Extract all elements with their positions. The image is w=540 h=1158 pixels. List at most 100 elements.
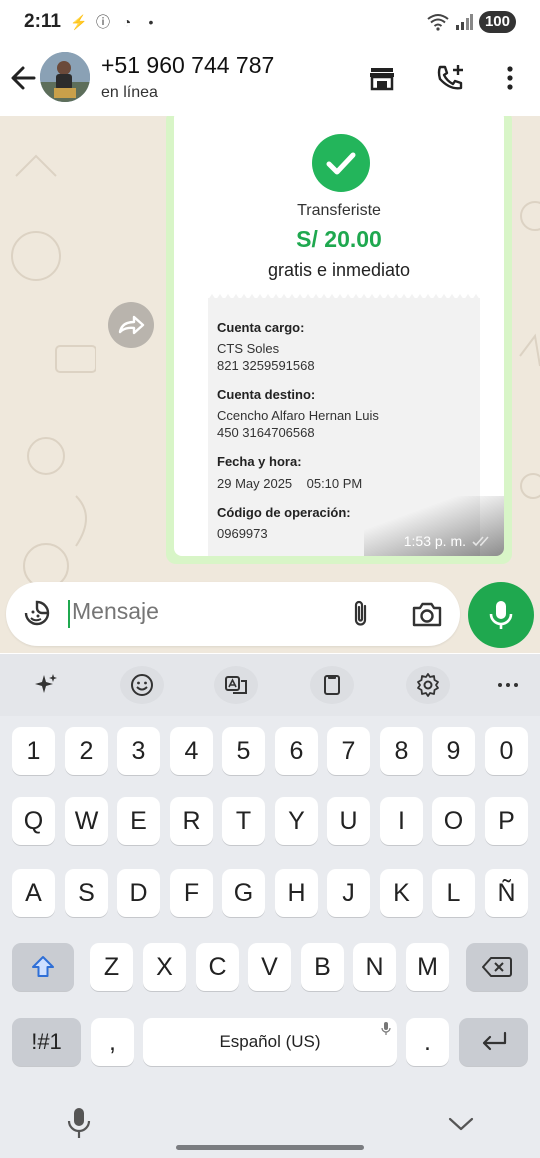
- mic-icon: [489, 601, 513, 629]
- date-time-value: 29 May 2025 05:10 PM: [217, 476, 363, 491]
- message-input[interactable]: [72, 598, 322, 625]
- add-call-icon[interactable]: [434, 62, 466, 94]
- dot-icon: •: [148, 14, 154, 30]
- signal-icon: [455, 14, 473, 30]
- operation-code-label: Código de operación:: [217, 505, 351, 520]
- key-m[interactable]: M: [406, 943, 449, 991]
- date-time-label: Fecha y hora:: [217, 454, 302, 469]
- whatsapp-icon: ◔: [122, 14, 132, 30]
- key-3[interactable]: 3: [117, 727, 160, 775]
- transfer-receipt-image[interactable]: Transferiste S/ 20.00 gratis e inmediato…: [174, 116, 504, 556]
- status-system-icons: 100: [427, 11, 516, 33]
- backspace-key[interactable]: [466, 943, 528, 991]
- key-r[interactable]: R: [170, 797, 213, 845]
- key-w[interactable]: W: [65, 797, 108, 845]
- store-icon[interactable]: [366, 62, 398, 94]
- status-notification-icons: ⚡ ⓘ ◔ •: [70, 12, 160, 32]
- keyboard-toolbar: [0, 654, 540, 716]
- contact-name[interactable]: +51 960 744 787: [101, 52, 274, 79]
- key-l[interactable]: L: [432, 869, 475, 917]
- message-input-pill[interactable]: [6, 582, 460, 646]
- enter-key[interactable]: [459, 1018, 528, 1066]
- key-h[interactable]: H: [275, 869, 318, 917]
- account-destination-label: Cuenta destino:: [217, 387, 316, 402]
- key-i[interactable]: I: [380, 797, 423, 845]
- ai-sparkle-icon[interactable]: [24, 666, 68, 704]
- key-v[interactable]: V: [248, 943, 291, 991]
- wallpaper-doodle-icon: [11, 154, 96, 589]
- operation-code-value: 0969973: [217, 526, 268, 541]
- emoji-icon[interactable]: [120, 666, 164, 704]
- key-e[interactable]: E: [117, 797, 160, 845]
- attach-clip-icon[interactable]: [346, 598, 376, 630]
- key-a[interactable]: A: [12, 869, 55, 917]
- chat-area[interactable]: Transferiste S/ 20.00 gratis e inmediato…: [0, 116, 540, 653]
- status-time: 2:11: [24, 11, 61, 32]
- key-t[interactable]: T: [222, 797, 265, 845]
- key-b[interactable]: B: [301, 943, 344, 991]
- camera-icon[interactable]: [410, 598, 444, 630]
- avatar[interactable]: [40, 52, 90, 102]
- key-g[interactable]: G: [222, 869, 265, 917]
- key-j[interactable]: J: [327, 869, 370, 917]
- sticker-icon[interactable]: [22, 598, 52, 628]
- key-u[interactable]: U: [327, 797, 370, 845]
- account-charge-name: CTS Soles: [217, 341, 280, 356]
- wifi-icon: [427, 14, 449, 31]
- key-q[interactable]: Q: [12, 797, 55, 845]
- receipt-subtitle: gratis e inmediato: [267, 260, 411, 280]
- more-tools-icon[interactable]: [486, 666, 530, 704]
- key-o[interactable]: O: [432, 797, 475, 845]
- key-5[interactable]: 5: [222, 727, 265, 775]
- key-1[interactable]: 1: [12, 727, 55, 775]
- shift-key[interactable]: [12, 943, 74, 991]
- voice-input-mic-icon[interactable]: [64, 1106, 94, 1140]
- chevron-down-icon[interactable]: [446, 1114, 476, 1134]
- key-f[interactable]: F: [170, 869, 213, 917]
- home-indicator[interactable]: [176, 1145, 364, 1150]
- space-mic-icon: [381, 1022, 391, 1035]
- translate-icon[interactable]: [214, 666, 258, 704]
- forward-icon: [118, 315, 145, 335]
- status-bar: 2:11 ⚡ ⓘ ◔ • 100: [0, 0, 540, 44]
- key-z[interactable]: Z: [90, 943, 133, 991]
- symbols-key[interactable]: !#1: [12, 1018, 81, 1066]
- double-check-icon: [472, 536, 489, 547]
- key-4[interactable]: 4: [170, 727, 213, 775]
- enter-icon: [482, 1031, 506, 1051]
- alert-icon: ⓘ: [96, 14, 110, 30]
- key-n[interactable]: N: [353, 943, 396, 991]
- voice-record-button[interactable]: [468, 582, 534, 648]
- wallpaper-doodle-right-icon: [519, 201, 540, 499]
- keyboard: 1 2 3 4 5 6 7 8 9 0 Q W E R T Y U I O P …: [0, 654, 540, 1158]
- period-key[interactable]: .: [406, 1018, 449, 1066]
- clipboard-icon[interactable]: [310, 666, 354, 704]
- key-0[interactable]: 0: [485, 727, 528, 775]
- more-options-icon[interactable]: [494, 62, 526, 94]
- key-6[interactable]: 6: [275, 727, 318, 775]
- space-key-label: Español (US): [219, 1032, 321, 1051]
- key-k[interactable]: K: [380, 869, 423, 917]
- key-s[interactable]: S: [65, 869, 108, 917]
- image-message-bubble[interactable]: Transferiste S/ 20.00 gratis e inmediato…: [166, 116, 512, 564]
- account-destination-name: Ccencho Alfaro Hernan Luis: [217, 408, 379, 423]
- key-d[interactable]: D: [117, 869, 160, 917]
- message-time: 1:53 p. m.: [403, 533, 466, 549]
- key-x[interactable]: X: [143, 943, 186, 991]
- key-7[interactable]: 7: [327, 727, 370, 775]
- key-p[interactable]: P: [485, 797, 528, 845]
- forward-button[interactable]: [108, 302, 154, 348]
- key-9[interactable]: 9: [432, 727, 475, 775]
- back-arrow-icon[interactable]: [8, 60, 40, 96]
- settings-gear-icon[interactable]: [406, 666, 450, 704]
- account-charge-label: Cuenta cargo:: [217, 320, 305, 335]
- comma-key[interactable]: ,: [91, 1018, 134, 1066]
- key-y[interactable]: Y: [275, 797, 318, 845]
- key-c[interactable]: C: [196, 943, 239, 991]
- space-key[interactable]: Español (US): [143, 1018, 397, 1066]
- key-n-tilde[interactable]: Ñ: [485, 869, 528, 917]
- message-input-bar: [0, 574, 540, 654]
- key-2[interactable]: 2: [65, 727, 108, 775]
- key-8[interactable]: 8: [380, 727, 423, 775]
- account-charge-number: 821 3259591568: [217, 358, 315, 373]
